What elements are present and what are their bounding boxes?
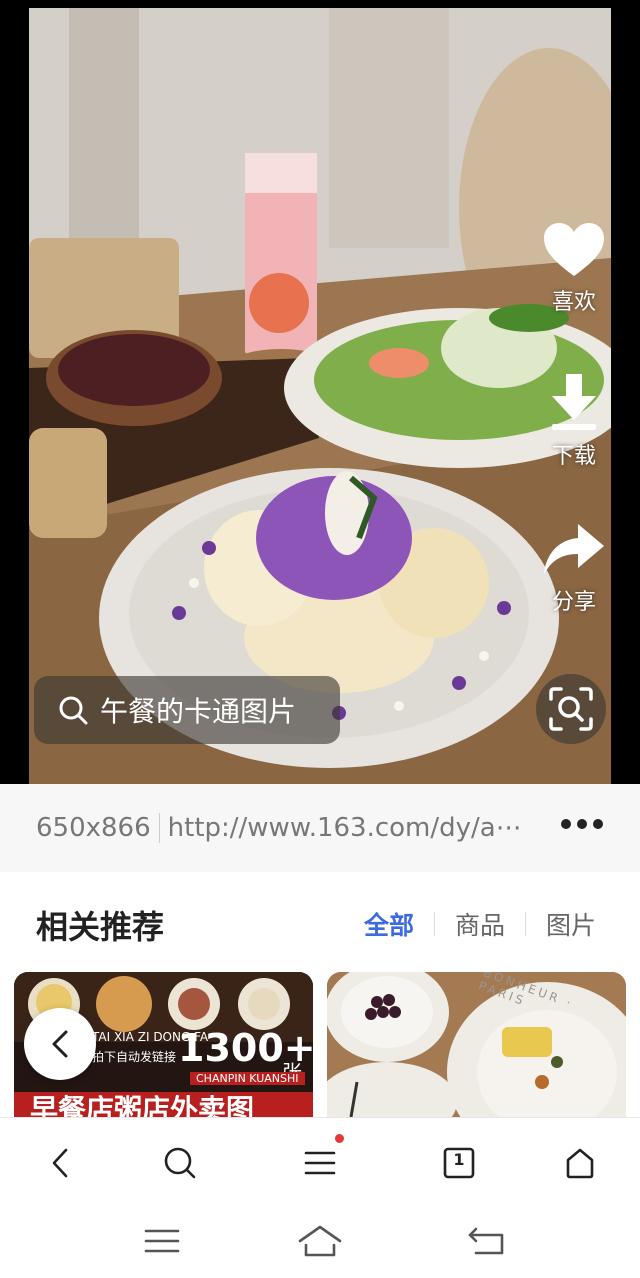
share-icon <box>544 524 604 574</box>
image-viewer: 喜欢 下载 分享 午餐的卡通图片 <box>0 0 640 784</box>
filter-divider <box>433 912 435 936</box>
image-scan-icon <box>549 687 593 731</box>
food-photo-illustration <box>29 8 611 784</box>
tabs-count: 1 <box>453 1150 465 1169</box>
more-dots-icon[interactable] <box>560 814 604 834</box>
thumb-brand: CHANPIN KUANSHI <box>190 1072 305 1085</box>
filter-all-tab[interactable]: 全部 <box>364 906 414 942</box>
heart-icon <box>544 223 604 276</box>
home-icon <box>566 1148 594 1179</box>
system-menu-icon[interactable] <box>140 1221 184 1261</box>
system-home-icon[interactable] <box>298 1221 342 1261</box>
tabs-button[interactable]: 1 <box>434 1138 484 1188</box>
image-search-text: 午餐的卡通图片 <box>100 695 297 728</box>
image-search-chip[interactable]: 午餐的卡通图片 <box>34 676 340 744</box>
download-label: 下载 <box>551 444 596 469</box>
chevron-left-icon <box>52 1030 68 1058</box>
nav-home-button[interactable] <box>555 1138 605 1188</box>
nav-back-button[interactable] <box>35 1138 85 1188</box>
image-dimensions: 650x866 <box>36 813 151 843</box>
info-divider <box>158 813 160 843</box>
floating-back-button[interactable] <box>24 1008 96 1080</box>
thumb-subtext: 拍下自动发链接 <box>92 1050 177 1064</box>
menu-icon <box>304 1151 336 1175</box>
notification-dot <box>335 1134 344 1143</box>
source-url-link[interactable]: http://www.163.com/dy/a⋯ <box>168 813 538 843</box>
nav-menu-button[interactable] <box>295 1134 345 1188</box>
related-filter-tabs: 全部 商品 图片 <box>364 906 596 942</box>
nav-search-button[interactable] <box>155 1138 205 1188</box>
filter-products-tab[interactable]: 商品 <box>455 906 505 942</box>
browser-toolbar: 1 <box>0 1117 640 1204</box>
filter-divider <box>524 912 526 936</box>
search-icon <box>59 696 88 725</box>
download-button[interactable]: 下载 <box>534 372 614 470</box>
like-label: 喜欢 <box>551 290 596 315</box>
related-title: 相关推荐 <box>36 908 165 946</box>
search-icon <box>164 1147 196 1179</box>
related-section: 相关推荐 全部 商品 图片 TAI XIA ZI DONG FA 拍下自动发链接… <box>0 872 640 1117</box>
back-icon <box>52 1148 68 1178</box>
system-back-icon[interactable] <box>466 1221 510 1261</box>
like-button[interactable]: 喜欢 <box>534 222 614 316</box>
image-scan-button[interactable] <box>536 674 606 744</box>
system-nav-bar <box>0 1203 640 1278</box>
share-label: 分享 <box>551 590 596 615</box>
filter-images-tab[interactable]: 图片 <box>546 906 596 942</box>
share-button[interactable]: 分享 <box>534 522 614 616</box>
related-thumb-plates[interactable]: BONHEUR · PARIS <box>327 972 626 1117</box>
plates-thumbnail <box>327 972 626 1117</box>
download-icon <box>552 374 596 430</box>
thumb-headline: 早餐店粥店外卖图 <box>30 1093 255 1117</box>
food-photo[interactable] <box>29 8 611 784</box>
image-info-row: 650x866 http://www.163.com/dy/a⋯ <box>0 784 640 872</box>
